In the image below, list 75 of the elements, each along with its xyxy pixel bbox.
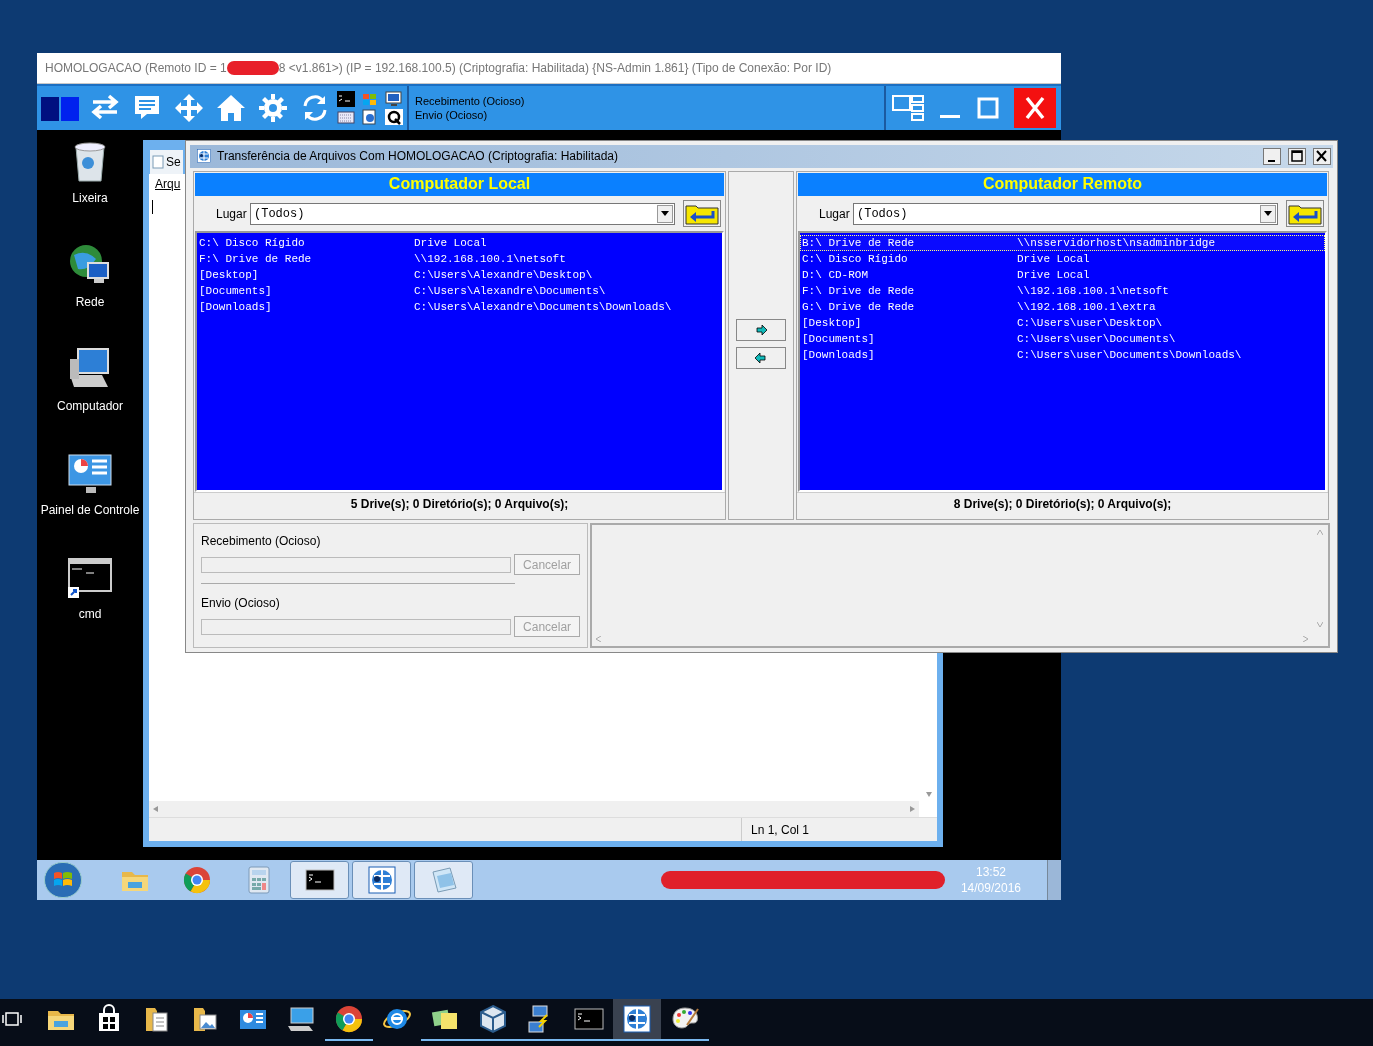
status-text: Recebimento (Ocioso) xyxy=(415,94,526,108)
place-dropdown[interactable]: (Todos) xyxy=(250,202,675,225)
parent-folder-button[interactable] xyxy=(683,200,721,228)
network-globe-icon xyxy=(365,864,398,896)
parent-folder-button[interactable] xyxy=(1286,200,1324,228)
file-row[interactable]: B:\ Drive de Rede \\nsservidorhost\nsadminbridge xyxy=(800,234,1325,251)
file-row[interactable]: D:\ CD-ROM Drive Local xyxy=(800,266,1325,283)
file-row[interactable]: G:\ Drive de Rede \\192.168.100.1\extra xyxy=(800,298,1325,315)
dropdown-arrow-icon xyxy=(661,211,669,217)
maximize-icon[interactable] xyxy=(976,96,1000,120)
progress-label: Envio (Ocioso) xyxy=(201,595,281,613)
network-globe-icon xyxy=(196,148,212,165)
left-arrow-button[interactable] xyxy=(736,346,786,369)
window-title: Transferência de Arquivos Com HOMOLOGACAO (Criptografia: Habilitada) xyxy=(217,148,620,166)
progress-label: Recebimento (Ocioso) xyxy=(201,533,322,551)
status-text: Ln 1, Col 1 xyxy=(751,821,810,839)
split-screen-icon[interactable] xyxy=(41,95,79,121)
field-label: Lugar xyxy=(819,205,849,223)
redaction-mark xyxy=(226,61,279,75)
cube-icon xyxy=(477,1003,509,1035)
tab[interactable]: Se xyxy=(150,150,183,174)
text-cursor xyxy=(152,200,153,214)
file-row[interactable]: [Downloads] C:\Users\Alexandre\Documents\Downloads\ xyxy=(197,298,722,315)
panel-header: Computador Local xyxy=(195,172,724,196)
scroll-down-icon[interactable] xyxy=(925,792,932,797)
taskbar-button[interactable] xyxy=(613,999,661,1041)
close-button[interactable] xyxy=(1313,147,1331,165)
status-text: Envio (Ocioso) xyxy=(415,108,489,122)
file-row[interactable]: F:\ Drive de Rede \\192.168.100.1\netsoft xyxy=(197,250,722,267)
file-row[interactable]: [Documents] C:\Users\Alexandre\Documents\ xyxy=(197,282,722,299)
status-text: 8 Drive(s); 0 Diretório(s); 0 Arquivo(s); xyxy=(797,491,1328,516)
quit-q-icon[interactable] xyxy=(385,109,403,125)
panel-header: Computador Remoto xyxy=(798,172,1327,196)
desktop-icon-label[interactable]: Painel de Controle xyxy=(40,501,140,519)
layout-icon[interactable] xyxy=(892,94,924,122)
clock-time: 13:52 xyxy=(975,864,1006,880)
dropdown-arrow-icon xyxy=(1264,211,1272,217)
desktop-icon-label[interactable]: Lixeira xyxy=(72,189,108,207)
maximize-button[interactable] xyxy=(1288,147,1306,165)
keyboard-icon[interactable] xyxy=(337,109,355,125)
close-icon xyxy=(1024,96,1046,120)
folder-return-icon xyxy=(1288,202,1322,225)
place-dropdown[interactable]: (Todos) xyxy=(853,202,1278,225)
menu-item[interactable]: Arqu xyxy=(155,175,181,193)
file-row[interactable]: [Desktop] C:\Users\Alexandre\Desktop\ xyxy=(197,266,722,283)
browser-icon xyxy=(181,864,213,896)
windows-flag-icon xyxy=(53,871,73,889)
file-row[interactable]: [Downloads] C:\Users\user\Documents\Downloads\ xyxy=(800,346,1325,363)
desktop-icon-label[interactable]: Computador xyxy=(56,397,123,415)
file-row[interactable]: [Documents] C:\Users\user\Documents\ xyxy=(800,330,1325,347)
window-title: 8 <v1.861>) (IP = 192.168.100.5) (Criptografia: Habilitada) {NS-Admin 1.861} (Tipo de Conexão: Por ID) xyxy=(278,60,832,77)
right-arrow-button[interactable] xyxy=(736,318,786,341)
settings-icon[interactable] xyxy=(257,92,289,124)
window-title: HOMOLOGACAO (Remoto ID = 1 xyxy=(45,60,227,77)
notepad-icon xyxy=(152,155,164,169)
status-text: 5 Drive(s); 0 Diretório(s); 0 Arquivo(s); xyxy=(194,491,725,516)
task-view-icon xyxy=(2,1011,22,1027)
folder-return-icon xyxy=(685,202,719,225)
taskbar-button[interactable] xyxy=(290,861,349,899)
browser-icon xyxy=(333,1003,365,1035)
home-icon[interactable] xyxy=(215,92,247,124)
file-row[interactable]: C:\ Disco Rígido Drive Local xyxy=(197,234,722,251)
desktop-icon-label[interactable]: cmd xyxy=(78,605,102,623)
file-row[interactable]: [Desktop] C:\Users\user\Desktop\ xyxy=(800,314,1325,331)
field-label: Lugar xyxy=(216,205,246,223)
minimize-button[interactable] xyxy=(1263,147,1281,165)
file-row[interactable]: C:\ Disco Rígido Drive Local xyxy=(800,250,1325,267)
network-globe-icon xyxy=(621,1003,653,1035)
monitor-icon[interactable] xyxy=(385,91,403,107)
terminal-icon[interactable] xyxy=(337,91,355,107)
clock-date: 14/09/2016 xyxy=(960,880,1021,896)
file-row[interactable]: F:\ Drive de Rede \\192.168.100.1\netsoft xyxy=(800,282,1325,299)
desktop-icon-label[interactable]: Rede xyxy=(75,293,105,311)
move-arrows-icon[interactable] xyxy=(173,92,205,124)
start-button[interactable] xyxy=(44,862,82,898)
